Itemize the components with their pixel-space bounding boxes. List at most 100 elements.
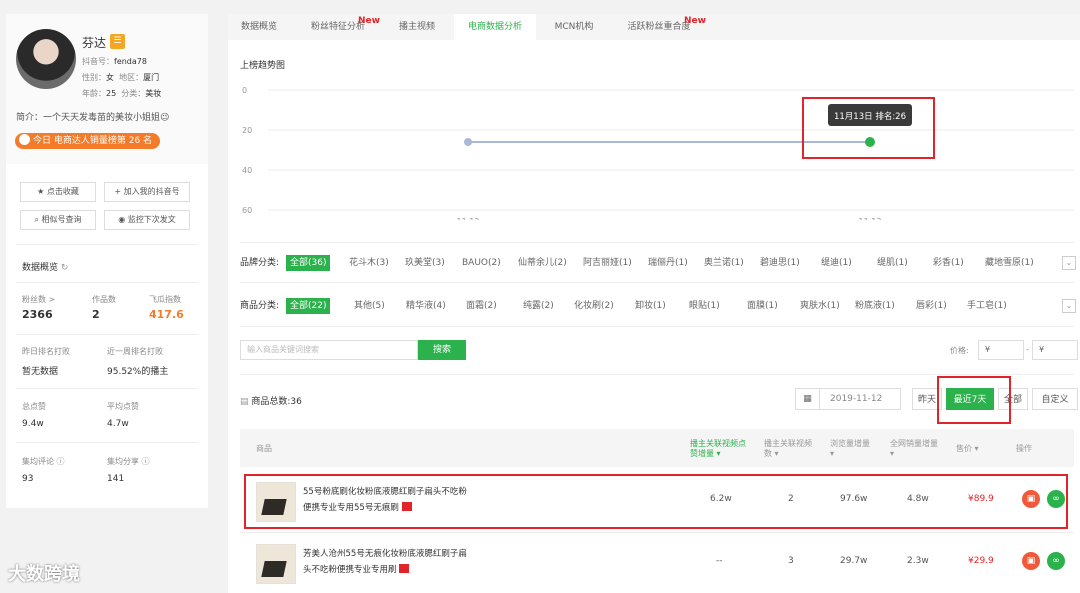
divider <box>240 242 1074 243</box>
refresh-icon[interactable]: ↻ <box>61 263 69 273</box>
price-max-input[interactable]: ¥ <box>1032 340 1078 360</box>
search-button[interactable]: 搜索 <box>418 340 466 360</box>
tab-ecommerce[interactable]: 电商数据分析 <box>454 14 536 40</box>
brand-chip[interactable]: 彩香(1) <box>933 255 964 271</box>
index-label: 飞瓜指数 <box>149 295 181 304</box>
new-tag: New <box>684 16 706 26</box>
tab-active-fans[interactable]: 活跃粉丝重合度 New <box>614 14 705 40</box>
tab-overview[interactable]: 数据概览 <box>228 14 290 40</box>
product-chip[interactable]: 全部(22) <box>286 298 331 314</box>
week-rank-value: 95.52%的播主 <box>107 367 169 377</box>
price-min-input[interactable]: ¥ <box>978 340 1024 360</box>
fans-value: 2366 <box>22 308 53 321</box>
brand-chip[interactable]: 藏地雪原(1) <box>985 255 1034 271</box>
brand-chip[interactable]: 缇肌(1) <box>877 255 908 271</box>
product-chip[interactable]: 眼贴(1) <box>689 298 720 314</box>
tab-mcn[interactable]: MCN机构 <box>542 14 606 40</box>
product-name[interactable]: 芳美人沧州55号无痕化妆粉底液腮红刷子扁头不吃粉便携专业专用刷 <box>303 546 473 578</box>
divider <box>240 326 1074 327</box>
col-videos[interactable]: 播主关联视频数 ▾ <box>764 439 818 459</box>
sort-icon: ▾ <box>716 449 721 458</box>
product-chip[interactable]: 爽肤水(1) <box>800 298 840 314</box>
overview-title: 数据概览 ↻ <box>22 263 69 273</box>
product-chip[interactable]: 卸妆(1) <box>635 298 666 314</box>
week-rank-label: 近一周排名打败 <box>107 347 163 356</box>
yesterday-rank-value: 暂无数据 <box>22 367 59 377</box>
brand-chip[interactable]: 奥兰诺(1) <box>704 255 744 271</box>
add-account-button[interactable]: + 加入我的抖音号 <box>104 182 190 202</box>
col-likes[interactable]: 播主关联视频点赞增量 ▾ <box>690 439 750 459</box>
price-separator: - <box>1026 345 1029 354</box>
fans-label[interactable]: 粉丝数 > <box>22 294 55 305</box>
date-picker[interactable]: ▦ 2019-11-12 <box>795 388 901 410</box>
product-chip[interactable]: 手工皂(1) <box>967 298 1007 314</box>
col-product: 商品 <box>256 444 272 453</box>
tab-videos[interactable]: 播主视频 <box>384 14 450 40</box>
brand-chip[interactable]: 全部(36) <box>286 255 331 271</box>
brand-chip[interactable]: 玖美堂(3) <box>405 255 445 271</box>
list-icon: ▤ <box>240 397 252 407</box>
gender-region: 性别：女 地区：厦门 <box>82 73 160 82</box>
table-header: 商品 播主关联视频点赞增量 ▾ 播主关联视频数 ▾ 浏览量增量 ▾ 全网销量增量… <box>240 429 1074 467</box>
divider <box>16 388 198 389</box>
brand-chip[interactable]: 碧迪思(1) <box>760 255 800 271</box>
product-chip[interactable]: 纯露(2) <box>523 298 554 314</box>
range-custom-button[interactable]: 自定义 <box>1032 388 1078 410</box>
brand-chip[interactable]: 瑞俪丹(1) <box>648 255 688 271</box>
favorite-button[interactable]: ★ 点击收藏 <box>20 182 96 202</box>
product-chip[interactable]: 唇彩(1) <box>916 298 947 314</box>
product-chip[interactable]: 精华液(4) <box>406 298 446 314</box>
tab-bar: 数据概览 粉丝特征分析 New 播主视频 电商数据分析 MCN机构 活跃粉丝重合度… <box>228 14 1080 40</box>
new-tag: New <box>358 16 380 26</box>
sales-cell: 2.3w <box>907 556 929 566</box>
divider <box>240 282 1074 283</box>
col-sales[interactable]: 全网销量增量 ▾ <box>890 439 940 459</box>
avatar[interactable] <box>16 29 76 89</box>
age-category: 年龄：25 分类：美妆 <box>82 89 162 98</box>
avg-shares-label: 集均分享 ⓘ <box>107 457 150 466</box>
product-chip[interactable]: 粉底液(1) <box>855 298 895 314</box>
table-row[interactable]: 芳美人沧州55号无痕化妆粉底液腮红刷子扁头不吃粉便携专业专用刷 -- 3 29.… <box>240 534 1074 592</box>
brand-chip[interactable]: 花斗木(3) <box>349 255 389 271</box>
product-total: ▤ 商品总数:36 <box>240 397 302 407</box>
brand-chip[interactable]: 缇迪(1) <box>821 255 852 271</box>
product-chip[interactable]: 化妆刷(2) <box>574 298 614 314</box>
product-chip[interactable]: 面膜(1) <box>747 298 778 314</box>
profile-panel: 芬达 ☰ 抖音号：fenda78 性别：女 地区：厦门 年龄：25 分类：美妆 … <box>6 14 208 508</box>
rank-pill[interactable]: 今日 电商达人销量榜第 26 名 <box>15 133 161 149</box>
chevron-down-icon[interactable]: ⌄ <box>1062 299 1076 313</box>
chevron-down-icon[interactable]: ⌄ <box>1062 256 1076 270</box>
main-panel: 数据概览 粉丝特征分析 New 播主视频 电商数据分析 MCN机构 活跃粉丝重合度… <box>228 14 1080 593</box>
col-actions: 操作 <box>1016 444 1032 453</box>
price-cell: ¥29.9 <box>968 556 994 566</box>
y-tick-label: 40 <box>242 166 252 175</box>
sort-icon: ▾ <box>830 449 835 458</box>
divider <box>240 532 1074 533</box>
avg-shares-value: 141 <box>107 474 125 484</box>
y-tick-label: 20 <box>242 126 252 135</box>
monitor-button[interactable]: ◉ 监控下次发文 <box>104 210 190 230</box>
shop-icon <box>19 134 30 145</box>
brand-chip[interactable]: BAUO(2) <box>462 255 501 271</box>
shop-icon[interactable]: ▣ <box>1022 552 1040 570</box>
y-tick-label: 0 <box>242 86 247 95</box>
product-chip[interactable]: 其他(5) <box>354 298 385 314</box>
col-views[interactable]: 浏览量增量 ▾ <box>830 439 876 459</box>
divider <box>16 244 198 245</box>
tab-fans-analysis[interactable]: 粉丝特征分析 New <box>298 14 380 40</box>
sort-icon: ▾ <box>890 449 895 458</box>
similar-search-button[interactable]: ⌕ 相似号查询 <box>20 210 96 230</box>
product-filter-label: 商品分类: <box>240 301 280 311</box>
product-thumbnail[interactable] <box>256 544 296 584</box>
search-input[interactable]: 输入商品关键词搜索 <box>240 340 418 360</box>
product-chip[interactable]: 面霜(2) <box>466 298 497 314</box>
y-tick-label: 60 <box>242 206 252 215</box>
brand-chip[interactable]: 阿吉丽娅(1) <box>583 255 632 271</box>
highlight-box <box>244 474 1068 529</box>
brand-filter-label: 品牌分类: <box>240 258 280 268</box>
col-price[interactable]: 售价 ▾ <box>956 444 979 454</box>
brand-chip[interactable]: 仙蒂余儿(2) <box>518 255 567 271</box>
views-cell: 29.7w <box>840 556 868 566</box>
sort-icon: ▾ <box>774 449 779 458</box>
link-icon[interactable]: ∞ <box>1047 552 1065 570</box>
